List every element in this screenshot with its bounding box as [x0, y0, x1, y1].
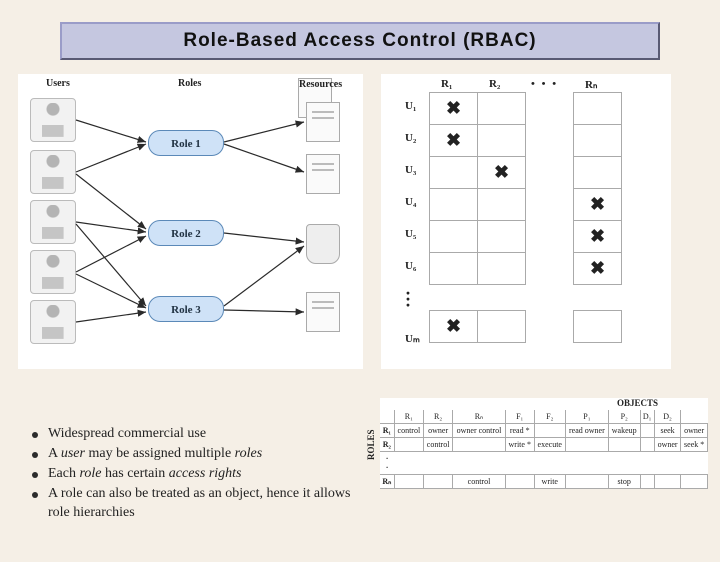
- col-head: R₂: [423, 410, 452, 424]
- cell: owner: [654, 438, 680, 452]
- cell: control: [394, 424, 423, 438]
- row-head: U₅: [405, 228, 416, 240]
- bullet-icon: [32, 472, 38, 478]
- col-head: Rₙ: [453, 410, 505, 424]
- row-head: R₂: [380, 438, 394, 452]
- x-mark-icon: ✖: [590, 194, 605, 214]
- row-head: U₁: [405, 100, 416, 112]
- objects-label: OBJECTS: [380, 398, 708, 410]
- main-content: Users Roles Resources Role 1 Role 2 Role…: [18, 74, 702, 369]
- col-head: D₁: [640, 410, 654, 424]
- col-head: Rₙ: [585, 78, 597, 91]
- row-head: Rₙ: [380, 475, 394, 489]
- row-head: U₃: [405, 164, 416, 176]
- user-role-matrix: R₁ R₂ • • • Rₙ U₁ U₂ U₃ U₄ U₅ U₆ ··· Uₘ …: [381, 74, 671, 369]
- x-mark-icon: ✖: [446, 98, 461, 118]
- cell: stop: [608, 475, 640, 489]
- cell: [505, 475, 534, 489]
- bullet-list: Widespread commercial useA user may be a…: [32, 424, 362, 523]
- cell: [453, 438, 505, 452]
- cell: write: [534, 475, 565, 489]
- row-head: U₆: [405, 260, 416, 272]
- cell: [394, 438, 423, 452]
- cell: [565, 438, 608, 452]
- col-head: • • •: [531, 78, 558, 90]
- cell: seek: [654, 424, 680, 438]
- bullet-icon: [32, 432, 38, 438]
- cell: wakeup: [608, 424, 640, 438]
- x-mark-icon: ✖: [446, 316, 461, 336]
- cell: [565, 475, 608, 489]
- bullet-text: Widespread commercial use: [48, 425, 206, 444]
- cell: control: [423, 438, 452, 452]
- x-mark-icon: ✖: [446, 130, 461, 150]
- col-head: R₂: [489, 78, 500, 90]
- role-objects-table: OBJECTS ROLES R₁R₂RₙF₁F₂P₁P₂D₁D₂R₁contro…: [380, 398, 708, 489]
- x-mark-icon: ✖: [494, 162, 509, 182]
- matrix-table: ✖ ✖ ✖ ✖ ✖ ✖ ✖: [429, 92, 622, 343]
- col-head: R₁: [441, 78, 452, 90]
- cell: [394, 475, 423, 489]
- col-head: P₂: [608, 410, 640, 424]
- cell: [423, 475, 452, 489]
- row-head: R₁: [380, 424, 394, 438]
- cell: owner: [423, 424, 452, 438]
- x-mark-icon: ✖: [590, 226, 605, 246]
- cell: seek *: [681, 438, 708, 452]
- row-head: Uₘ: [405, 332, 420, 345]
- cell: [608, 438, 640, 452]
- cell: [654, 475, 680, 489]
- bullet-text: A user may be assigned multiple roles: [48, 445, 262, 464]
- cell: read owner: [565, 424, 608, 438]
- cell: write *: [505, 438, 534, 452]
- col-head: F₁: [505, 410, 534, 424]
- roles-label: ROLES: [366, 429, 376, 460]
- col-head: R₁: [394, 410, 423, 424]
- cell: [534, 424, 565, 438]
- bullet-text: A role can also be treated as an object,…: [48, 485, 362, 523]
- bullet-text: Each role has certain access rights: [48, 465, 242, 484]
- bullet-icon: [32, 452, 38, 458]
- cell: [640, 475, 654, 489]
- title-bar: Role-Based Access Control (RBAC): [60, 22, 660, 60]
- cell: [681, 475, 708, 489]
- cell: [640, 438, 654, 452]
- connector-arrows: [18, 74, 363, 369]
- bullet-icon: [32, 492, 38, 498]
- page-title: Role-Based Access Control (RBAC): [183, 30, 536, 51]
- cell: owner: [681, 424, 708, 438]
- row-head: U₂: [405, 132, 416, 144]
- cell: control: [453, 475, 505, 489]
- cell: [640, 424, 654, 438]
- row-head: U₄: [405, 196, 416, 208]
- cell: execute: [534, 438, 565, 452]
- cell: owner control: [453, 424, 505, 438]
- cell: read *: [505, 424, 534, 438]
- col-head: P₁: [565, 410, 608, 424]
- col-head: F₂: [534, 410, 565, 424]
- col-head: D₂: [654, 410, 680, 424]
- x-mark-icon: ✖: [590, 258, 605, 278]
- users-roles-diagram: Users Roles Resources Role 1 Role 2 Role…: [18, 74, 363, 369]
